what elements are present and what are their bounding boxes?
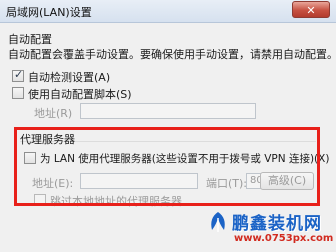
title-bar: 局域网(LAN)设置 ✕ [0, 0, 336, 23]
use-script-label[interactable]: 使用自动配置脚本(S) [28, 86, 132, 102]
use-script-checkbox[interactable] [12, 87, 24, 99]
close-button[interactable]: ✕ [292, 1, 330, 18]
auto-config-description: 自动配置会覆盖手动设置。要确保使用手动设置，请禁用自动配置。 [8, 48, 336, 61]
auto-detect-checkbox[interactable] [12, 68, 24, 82]
watermark-brand: 鹏鑫装机网 [232, 214, 322, 234]
script-address-input[interactable] [80, 103, 256, 119]
watermark-url: www.0753px.com [234, 233, 334, 244]
auto-config-group-title: 自动配置 [8, 33, 52, 46]
highlight-box [14, 127, 320, 206]
site-watermark: 鹏鑫装机网 www.0753px.com [204, 206, 334, 250]
logo-icon [211, 212, 225, 232]
script-address-label: 地址(R) [34, 107, 73, 120]
auto-detect-label[interactable]: 自动检测设置(A) [28, 69, 110, 85]
window-title: 局域网(LAN)设置 [6, 6, 92, 19]
